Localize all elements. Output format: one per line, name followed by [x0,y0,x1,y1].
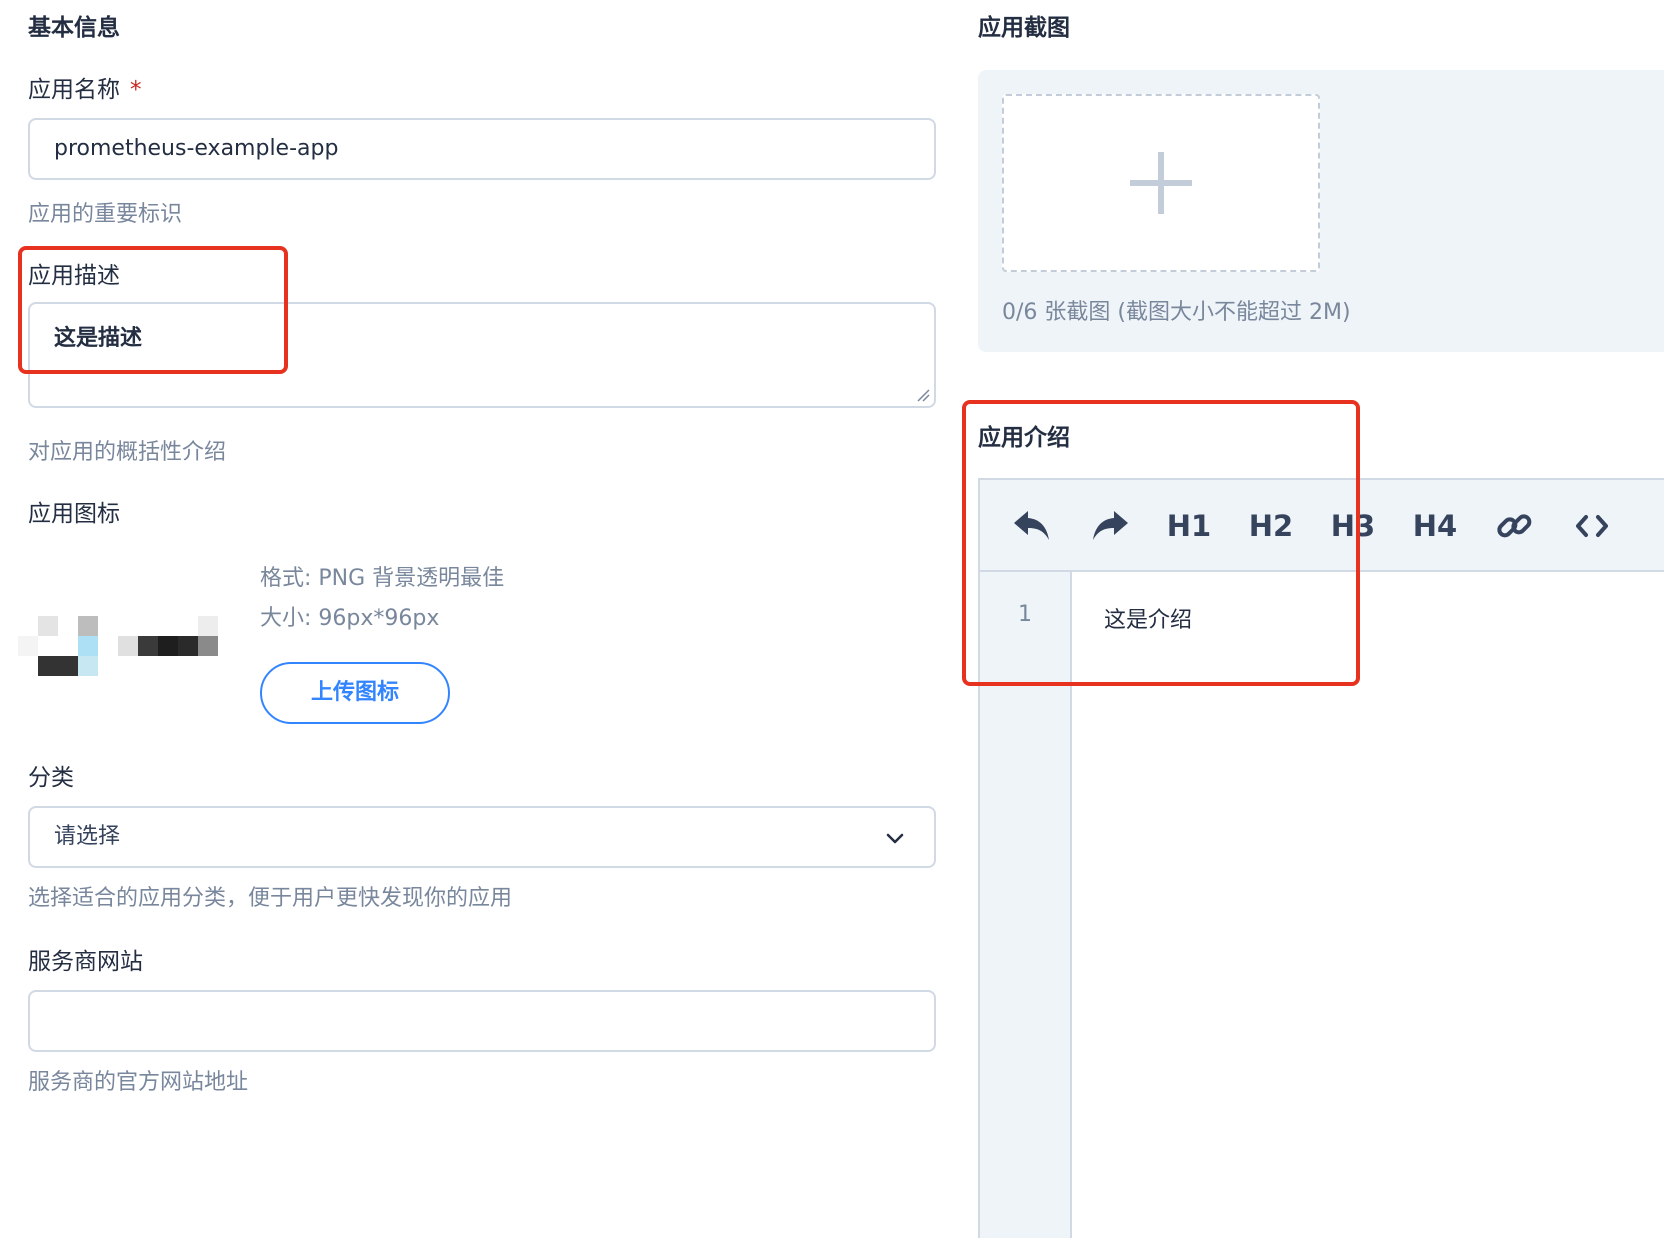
website-input[interactable] [28,990,936,1052]
highlight-box-description [18,246,288,374]
icon-size-text: 大小: 96px*96px [260,606,440,631]
category-hint: 选择适合的应用分类，便于用户更快发现你的应用 [28,886,513,911]
chevron-down-icon [886,833,904,844]
upload-icon-button[interactable]: 上传图标 [260,662,450,724]
app-name-label-text: 应用名称 [28,77,120,103]
code-icon [1576,515,1608,537]
screenshots-hint: 0/6 张截图 (截图大小不能超过 2M) [1002,300,1351,325]
app-name-label: 应用名称 * [28,70,142,104]
app-description-hint: 对应用的概括性介绍 [28,440,227,465]
basic-info-title: 基本信息 [28,15,120,41]
h4-button[interactable]: H4 [1410,504,1460,548]
resize-handle-icon[interactable] [916,388,930,402]
code-button[interactable] [1570,504,1614,548]
category-label: 分类 [28,765,74,791]
website-label: 服务商网站 [28,949,143,975]
icon-format-text: 格式: PNG 背景透明最佳 [260,566,505,591]
link-icon [1497,514,1532,538]
plus-icon [1130,152,1192,214]
app-icon-preview [18,608,228,678]
link-button[interactable] [1492,504,1536,548]
highlight-box-introduction [962,400,1360,686]
screenshot-panel: 0/6 张截图 (截图大小不能超过 2M) [978,70,1664,352]
app-name-hint: 应用的重要标识 [28,202,183,227]
required-mark: * [130,77,142,103]
website-hint: 服务商的官方网站地址 [28,1070,249,1095]
screenshots-title: 应用截图 [978,15,1070,41]
category-select[interactable]: 请选择 [28,806,936,868]
category-selected-value: 请选择 [54,824,121,849]
app-icon-label: 应用图标 [28,501,120,527]
add-screenshot-button[interactable] [1002,94,1320,272]
app-name-input[interactable]: prometheus-example-app [28,118,936,180]
